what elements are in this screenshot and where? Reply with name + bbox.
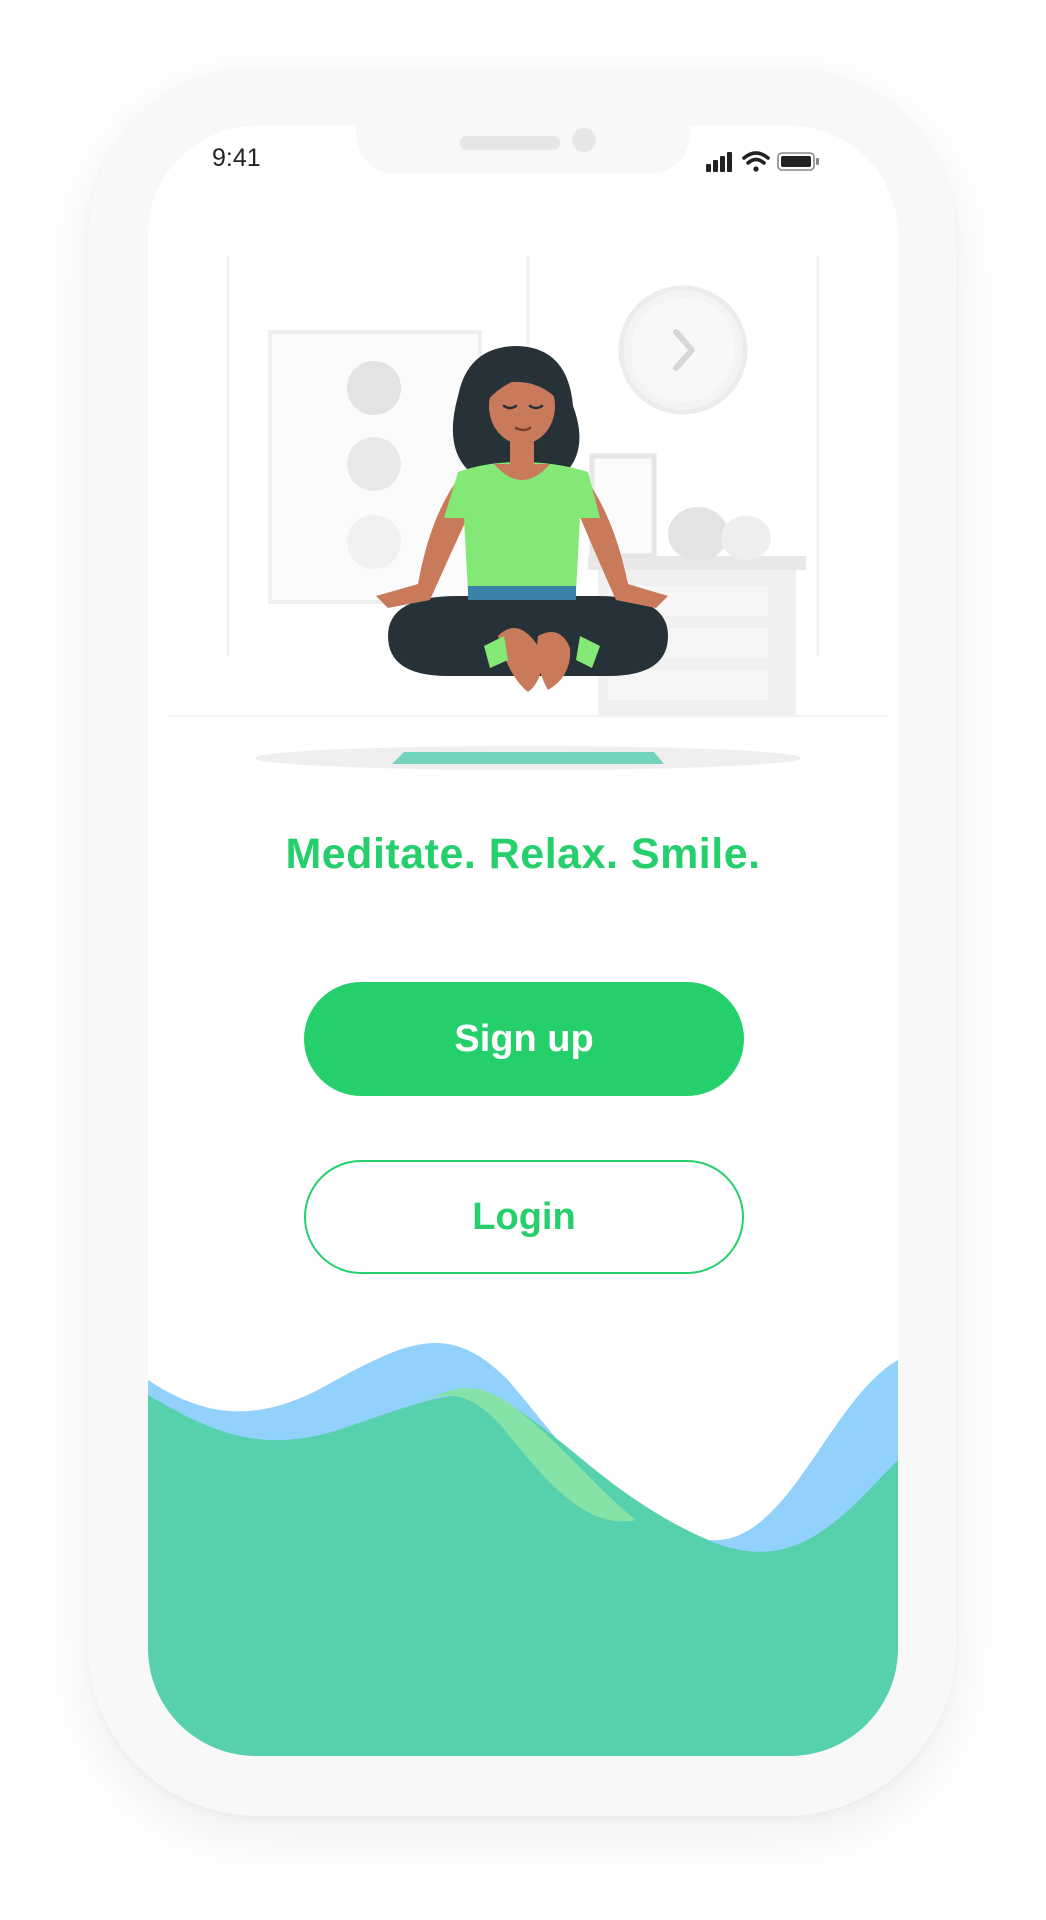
meditation-illustration [168,256,888,786]
front-camera [572,128,596,152]
speaker-grille [460,136,560,150]
signup-button[interactable]: Sign up [304,982,744,1096]
wall-frame-illustration [268,330,482,604]
status-time: 9:41 [212,144,261,172]
wall-clock-illustration [618,285,748,415]
status-icons [706,148,836,176]
app-stage: 9:41 Meditate. Relax. Smile. Sign up Log… [0,0,1046,1920]
battery-icon [777,152,819,171]
tagline: Meditate. Relax. Smile. [285,830,761,878]
login-button[interactable]: Login [304,1160,744,1274]
signal-icon [706,152,732,172]
wifi-icon [742,151,770,172]
yoga-mat [392,752,664,764]
decorative-waves [148,1280,898,1756]
notch [356,126,690,174]
